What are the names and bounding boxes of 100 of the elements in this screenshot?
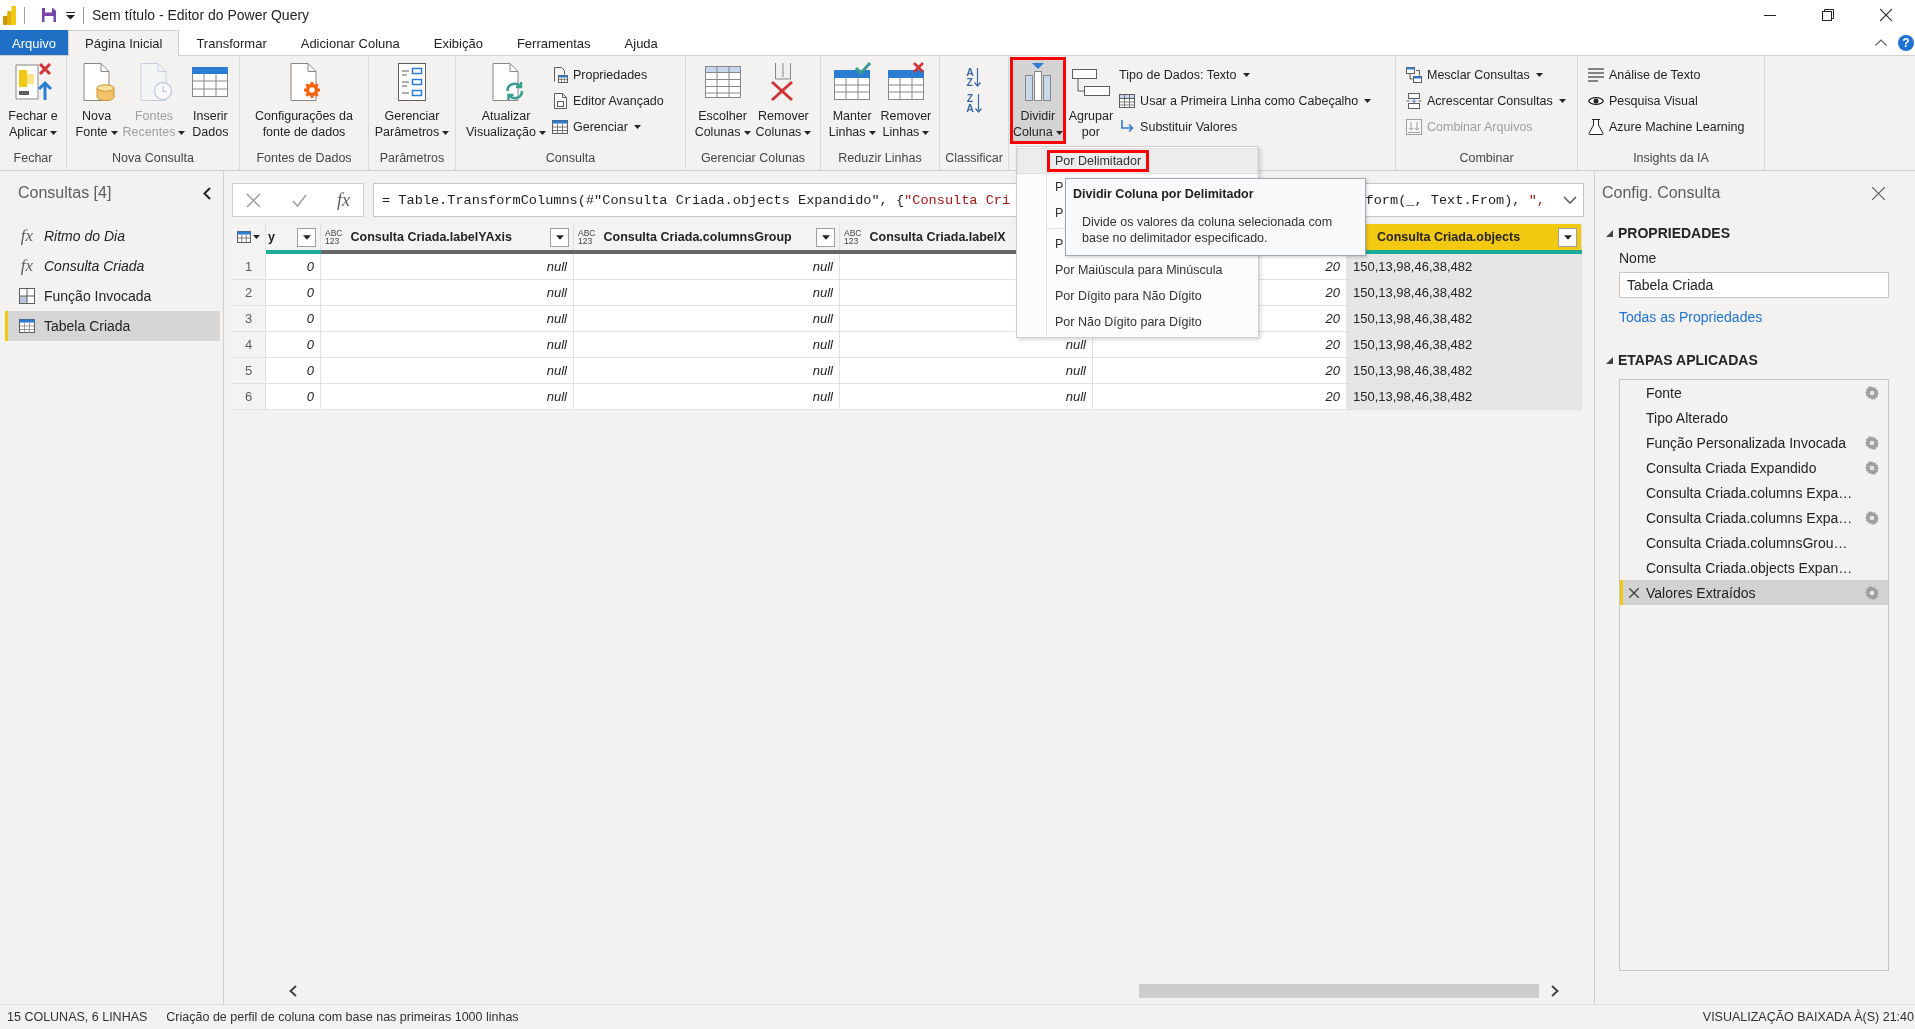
ribbon-button[interactable]: Usar a Primeira Linha como Cabeçalho — [1116, 88, 1375, 114]
step-item[interactable]: Consulta Criada.objects Expan… — [1620, 555, 1888, 580]
restore-icon[interactable] — [1822, 9, 1834, 21]
grid-icon — [19, 288, 35, 304]
table-cell: 20 — [1093, 384, 1347, 410]
ribbon-tab[interactable]: Exibição — [416, 30, 500, 56]
combine-files-icon — [1406, 119, 1422, 135]
group-label: Gerenciar Colunas — [700, 151, 806, 165]
ribbon-button[interactable]: Remover Colunas — [753, 57, 814, 144]
ribbon-tab[interactable]: Arquivo — [0, 30, 69, 55]
ribbon-button[interactable]: Análise de Texto — [1585, 62, 1748, 88]
sort-button[interactable]: A Z — [966, 66, 982, 88]
ribbon-button[interactable]: Editor Avançado — [548, 88, 667, 114]
ribbon-button[interactable]: Tipo de Dados: Texto — [1116, 62, 1375, 88]
ribbon-tab[interactable]: Página Inicial — [68, 30, 180, 56]
close-icon[interactable] — [1880, 9, 1892, 21]
ribbon-button[interactable]: Dividir Coluna — [1010, 57, 1066, 144]
ribbon-button[interactable]: Substituir Valores — [1116, 114, 1375, 140]
ribbon-button[interactable]: Mesclar Consultas — [1403, 62, 1569, 88]
collapse-triangle-icon[interactable] — [1606, 356, 1613, 364]
chevron-up-icon[interactable] — [1875, 39, 1887, 46]
table-cell: 20 — [1093, 358, 1347, 384]
delete-icon[interactable] — [1629, 587, 1639, 598]
step-item[interactable]: Consulta Criada.columns Expa… — [1620, 505, 1888, 530]
scroll-right-icon[interactable] — [1550, 985, 1560, 997]
query-item[interactable]: fx Ritmo do Dia — [5, 221, 220, 251]
group-label: Nova Consulta — [112, 151, 194, 165]
filter-button[interactable] — [816, 227, 835, 247]
name-field[interactable]: Tabela Criada — [1619, 272, 1889, 298]
caret-icon — [1563, 234, 1572, 240]
table-cell: null — [574, 358, 840, 384]
query-item[interactable]: Função Invocada — [5, 281, 220, 311]
column-header[interactable]: y — [266, 224, 321, 250]
query-item[interactable]: Tabela Criada — [5, 311, 220, 341]
type-label: ABC 123 — [325, 228, 343, 246]
help-button[interactable]: ? — [1898, 34, 1914, 51]
ribbon-button[interactable]: Inserir Dados — [188, 57, 233, 144]
step-item[interactable]: Função Personalizada Invocada — [1620, 430, 1888, 455]
caret-icon — [821, 234, 830, 240]
caret-icon — [1558, 99, 1566, 103]
table-cell: null — [574, 384, 840, 410]
collapse-triangle-icon[interactable] — [1606, 229, 1613, 237]
customize-caret-icon[interactable] — [66, 10, 75, 20]
arrow-down-icon — [974, 67, 982, 87]
filter-button[interactable] — [297, 227, 316, 247]
commit-button[interactable] — [291, 192, 307, 208]
step-item[interactable]: Consulta Criada Expandido — [1620, 455, 1888, 480]
ribbon-button[interactable]: Agrupar por — [1066, 57, 1116, 144]
ribbon-tab[interactable]: Adicionar Coluna — [283, 30, 417, 56]
column-name: Consulta Criada.objects — [1377, 230, 1521, 244]
all-properties-link[interactable]: Todas as Propriedades — [1619, 309, 1763, 327]
ribbon-button[interactable]: Gerenciar — [548, 114, 667, 140]
ribbon-button[interactable]: Azure Machine Learning — [1585, 114, 1748, 140]
ribbon-button[interactable]: Fechar e Aplicar — [6, 57, 60, 144]
table-cell: null — [321, 280, 574, 306]
ribbon-tab[interactable]: Ferramentas — [499, 30, 608, 56]
ribbon-button[interactable]: Escolher Colunas — [692, 57, 753, 144]
ribbon-button[interactable]: Propriedades — [548, 62, 667, 88]
bent-arrow-icon — [1119, 119, 1136, 135]
chevron-down-icon[interactable] — [1563, 196, 1577, 204]
step-item[interactable]: Fonte — [1620, 380, 1888, 405]
table-cell: 150,13,98,46,38,482 — [1347, 254, 1582, 280]
ribbon-button[interactable]: Atualizar Visualização — [464, 57, 548, 144]
cancel-button[interactable] — [246, 192, 261, 208]
menu-item[interactable]: Por Delimitador — [1017, 148, 1258, 174]
table-cell: null — [840, 358, 1093, 384]
scroll-left-icon[interactable] — [288, 985, 298, 997]
table-cell: 0 — [266, 384, 321, 410]
column-name: y — [268, 230, 275, 244]
document-table-icon — [551, 67, 568, 83]
filter-button[interactable] — [1558, 227, 1577, 247]
status-text: 15 COLUNAS, 6 LINHAS — [7, 1010, 148, 1024]
ribbon-button[interactable]: Gerenciar Parâmetros — [372, 57, 452, 144]
save-icon[interactable] — [41, 7, 57, 23]
caret-icon — [442, 130, 450, 135]
section-heading: PROPRIEDADES — [1618, 225, 1731, 241]
group-label: Parâmetros — [379, 151, 445, 165]
ribbon-button[interactable]: Pesquisa Visual — [1585, 88, 1748, 114]
step-item[interactable]: Consulta Criada.columnsGrou… — [1620, 530, 1888, 555]
filter-button[interactable] — [550, 227, 569, 247]
ribbon-button[interactable]: Acrescentar Consultas — [1403, 88, 1569, 114]
ribbon-tab[interactable]: Ajuda — [607, 30, 675, 56]
ribbon-button[interactable]: Remover Linhas — [878, 57, 934, 144]
ribbon-button[interactable]: Nova Fonte — [73, 57, 120, 144]
group-label: Classificar — [945, 151, 1003, 165]
column-name: Consulta Criada.labelYAxis — [350, 230, 512, 244]
fx-button[interactable]: fx — [337, 189, 350, 211]
row-number: 4 — [232, 332, 266, 358]
step-item[interactable]: Tipo Alterado — [1620, 405, 1888, 430]
table-cell: 150,13,98,46,38,482 — [1347, 280, 1582, 306]
ribbon-button[interactable]: Configurações da fonte de dados — [253, 57, 355, 144]
query-item[interactable]: fx Consulta Criada — [5, 251, 220, 281]
ribbon-button[interactable]: Manter Linhas — [826, 57, 878, 144]
scrollbar-thumb[interactable] — [1139, 984, 1539, 998]
text-lines-icon — [1588, 67, 1604, 83]
ribbon-tab[interactable]: Transformar — [179, 30, 284, 56]
step-item[interactable]: Consulta Criada.columns Expa… — [1620, 480, 1888, 505]
step-item[interactable]: Valores Extraídos — [1620, 580, 1888, 605]
sort-button[interactable]: Z A — [966, 92, 982, 114]
chevron-left-icon[interactable] — [203, 186, 211, 200]
